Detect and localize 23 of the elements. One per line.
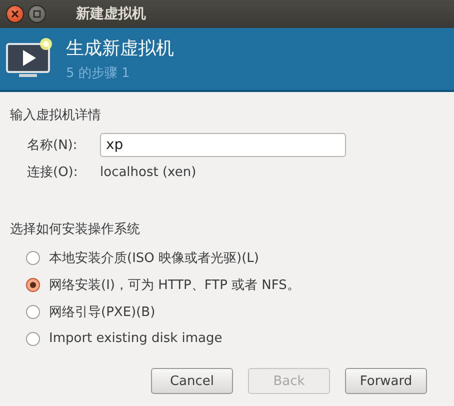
name-input[interactable]: xp	[100, 133, 346, 157]
step-label: 5 的步骤 1	[66, 65, 131, 82]
radio-button[interactable]	[26, 332, 40, 346]
header-title: 生成新虚拟机	[66, 37, 174, 60]
dialog-button[interactable]: Forward	[345, 368, 427, 394]
option-label: 本地安装介质(ISO 映像或者光驱)(L)	[49, 250, 259, 266]
maximize-button[interactable]	[28, 5, 46, 23]
close-button[interactable]	[6, 5, 24, 23]
option-label: 网络安装(I)，可为 HTTP、FTP 或者 NFS。	[49, 276, 300, 294]
field-label: 连接(O):	[27, 164, 79, 181]
maximize-icon	[33, 10, 41, 18]
radio-button[interactable]	[26, 278, 40, 292]
field-label: 名称(N):	[27, 137, 78, 154]
connection-value: localhost (xen)	[100, 164, 196, 180]
radio-button[interactable]	[26, 250, 40, 264]
close-icon	[11, 10, 19, 18]
section-heading: 输入虚拟机详情	[10, 107, 102, 124]
section-heading: 选择如何安装操作系统	[10, 221, 141, 238]
dialog-button[interactable]: Cancel	[151, 368, 233, 394]
option-label: 网络引导(PXE)(B)	[49, 304, 156, 320]
option-label: Import existing disk image	[49, 331, 222, 346]
window-title: 新建虚拟机	[76, 5, 146, 23]
radio-button[interactable]	[26, 304, 40, 318]
